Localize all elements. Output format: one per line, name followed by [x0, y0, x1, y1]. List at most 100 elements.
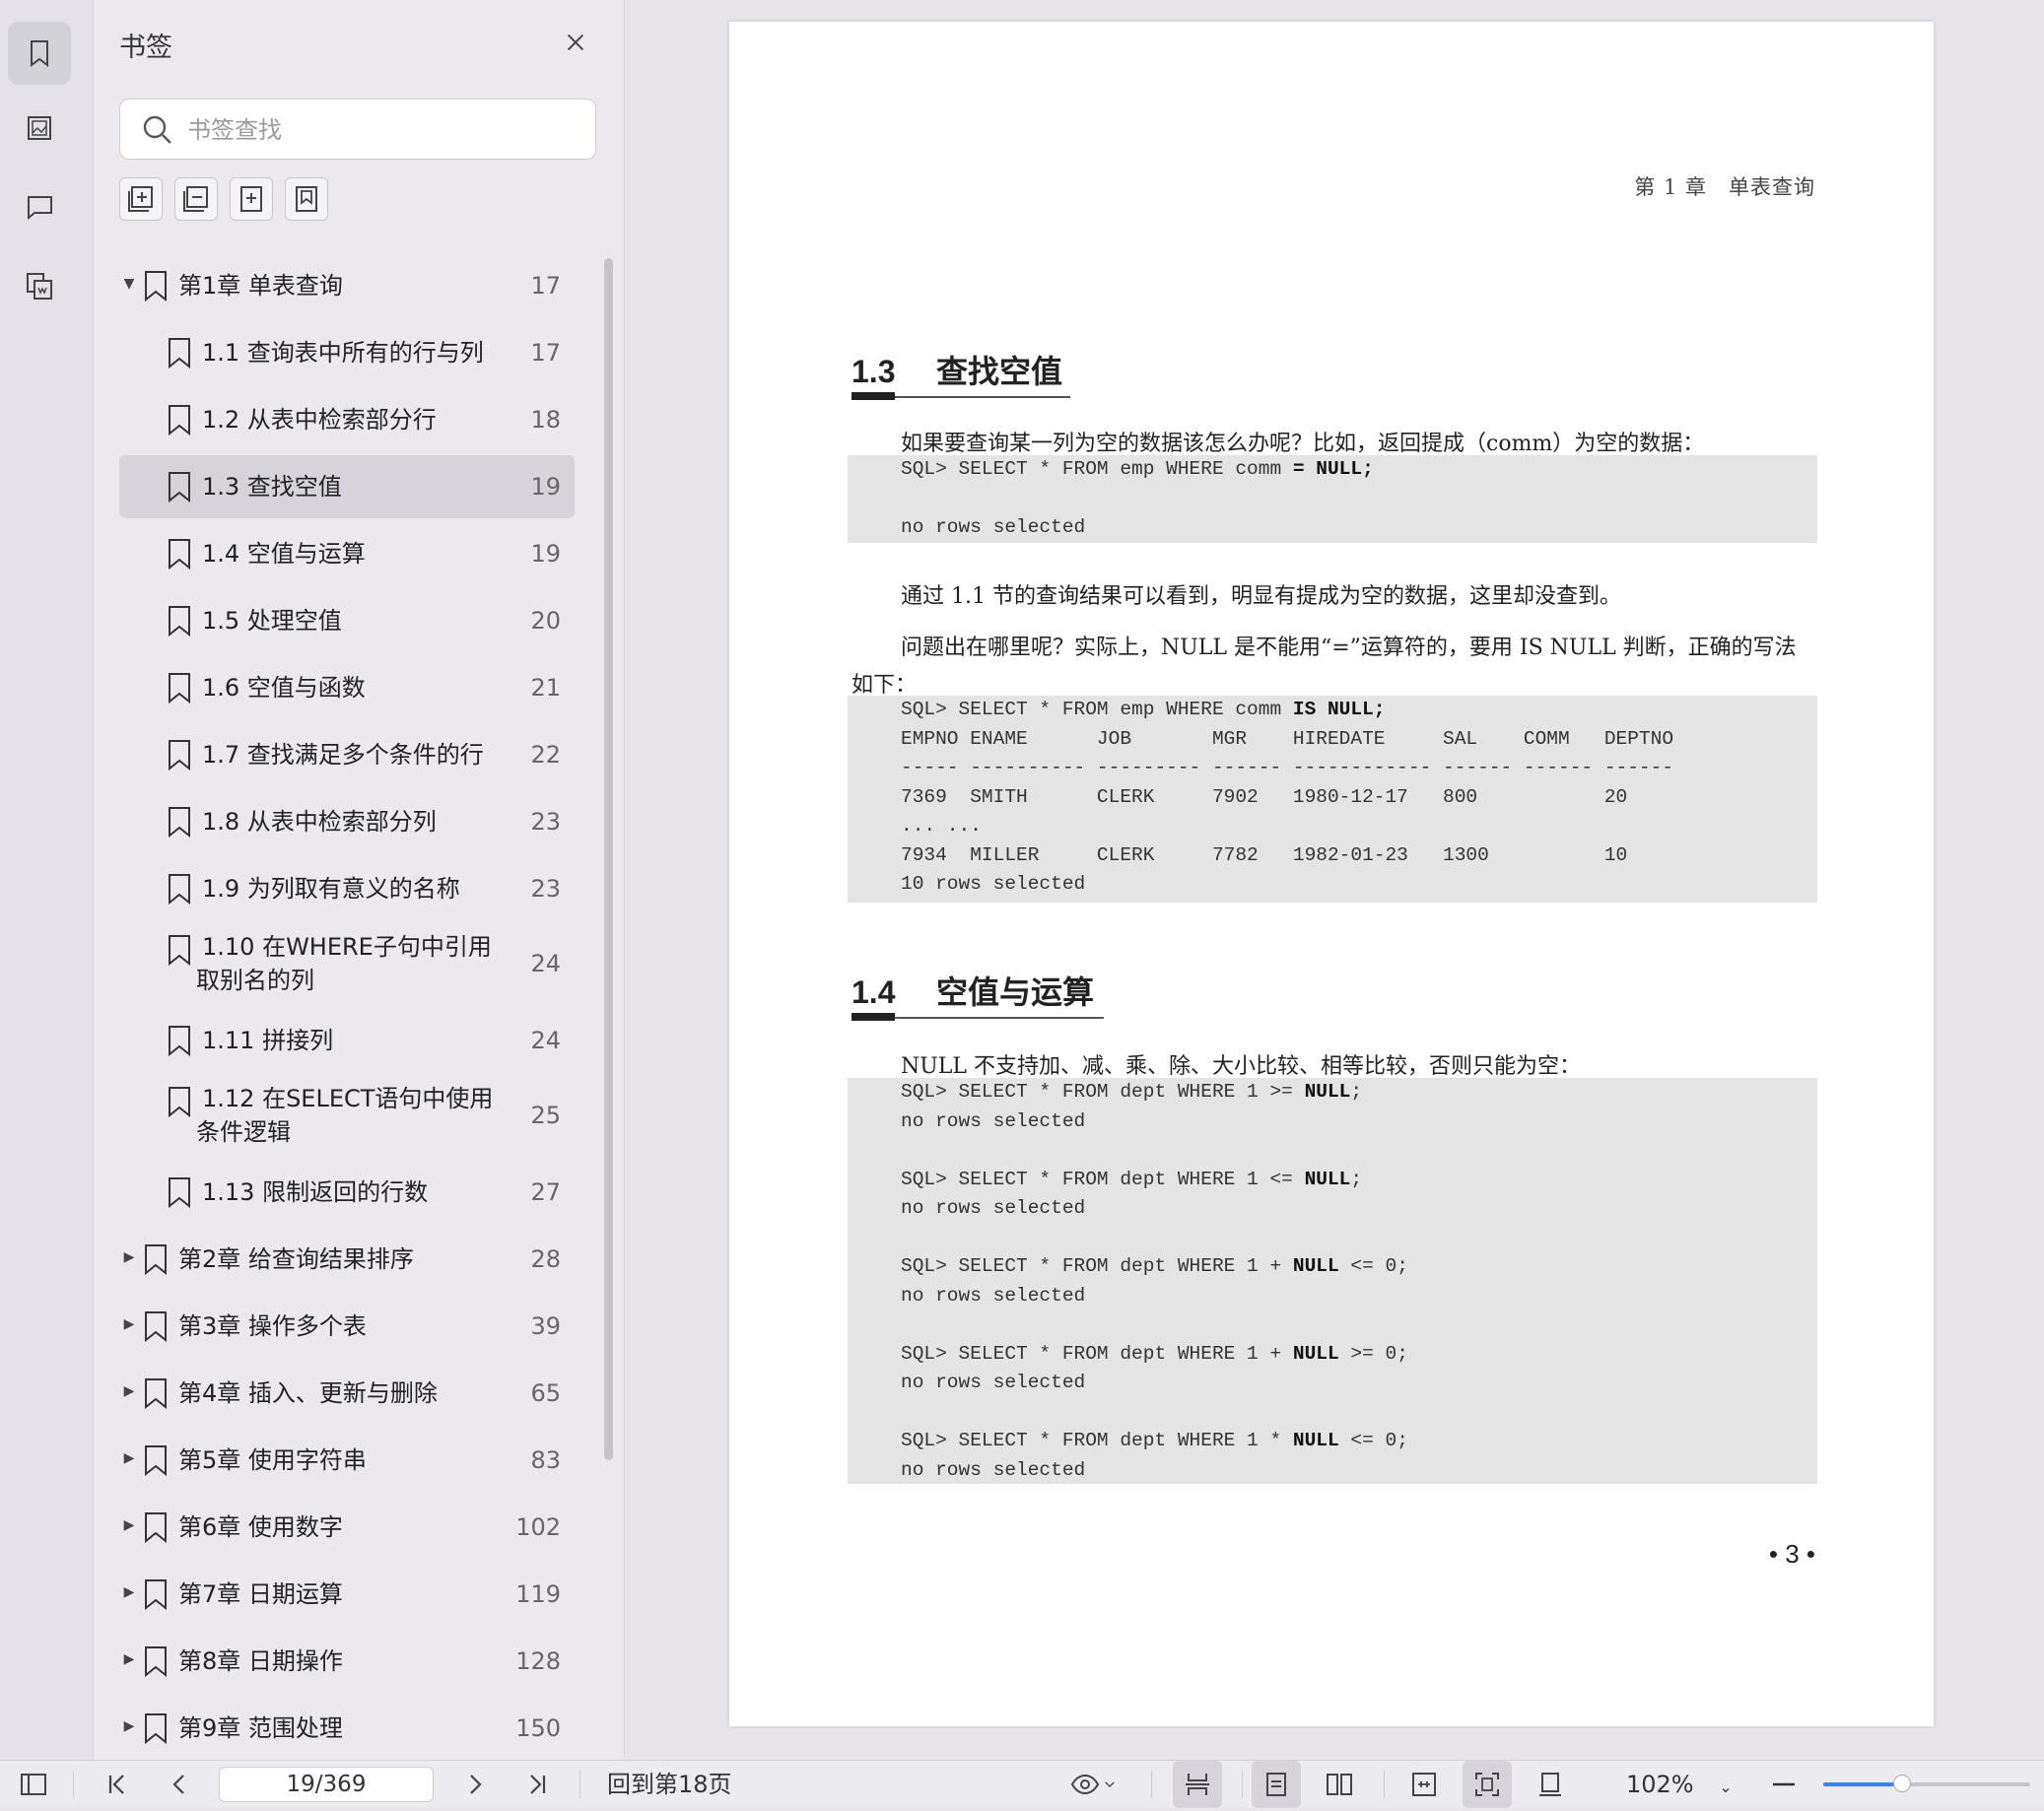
document-viewer[interactable]: 第 1 章 单表查询 1.3 查找空值 如果要查询某一列为空的数据该怎么办呢？比如… [625, 0, 2044, 1760]
last-page-button[interactable] [518, 1761, 558, 1808]
expand-caret-icon[interactable]: ▶ [119, 1316, 139, 1332]
two-page-button[interactable] [1315, 1761, 1364, 1808]
bookmark-item[interactable]: 1.2 从表中检索部分行 18 [119, 388, 575, 451]
expand-caret-icon[interactable]: ▶ [119, 1584, 139, 1600]
thumbnail-panel-button[interactable] [8, 97, 71, 160]
back-to-page-link[interactable]: 回到第18页 [607, 1761, 732, 1808]
bookmark-scrollbar[interactable] [604, 258, 613, 1460]
fit-width-button[interactable] [1399, 1761, 1449, 1808]
expand-caret-icon[interactable]: ▶ [119, 1249, 139, 1265]
bookmark-page-number: 19 [530, 473, 561, 501]
previous-page-button[interactable] [160, 1761, 199, 1808]
separator [1151, 1771, 1152, 1798]
expand-caret-icon[interactable]: ▶ [119, 1517, 139, 1533]
view-mode-dropdown[interactable] [1060, 1761, 1125, 1808]
bookmark-item[interactable]: 1.9 为列取有意义的名称 23 [119, 857, 575, 920]
bookmark-label: 1.9 为列取有意义的名称 [202, 872, 460, 906]
code-line: SQL> SELECT * FROM emp WHERE comm = NULL… [901, 455, 1817, 485]
bookmark-chapter[interactable]: ▶ 第3章 操作多个表 39 [119, 1295, 575, 1358]
bookmark-page-number: 21 [530, 674, 561, 702]
code-text: 7934 MILLER CLERK 7782 1982-01-23 1300 1… [901, 843, 1628, 866]
toggle-sidebar-button[interactable] [12, 1761, 55, 1808]
bookmark-label-line: 第5章 使用字符串 [178, 1446, 367, 1474]
single-page-button[interactable] [1252, 1761, 1301, 1808]
page-number-field[interactable]: 19/369 [219, 1767, 434, 1802]
sidebar-toggle-icon [21, 1774, 46, 1795]
bookmark-icon [143, 1377, 169, 1410]
bookmark-chapter[interactable]: ▶ 第5章 使用字符串 83 [119, 1429, 575, 1492]
bookmark-label: 第8章 日期操作 [178, 1644, 343, 1678]
bookmark-label-line: 第3章 操作多个表 [178, 1312, 367, 1340]
attachment-panel-button[interactable] [8, 254, 71, 317]
continuous-scroll-button[interactable] [1173, 1761, 1222, 1808]
bookmark-page-number: 25 [530, 1102, 561, 1129]
collapse-caret-icon[interactable]: ▼ [119, 276, 139, 292]
bookmark-item[interactable]: 1.4 空值与运算 19 [119, 522, 575, 585]
section-title: 空值与运算 [936, 973, 1095, 1011]
code-text: ----- ---------- --------- ------ ------… [901, 757, 1674, 778]
bookmark-search-input[interactable] [185, 109, 583, 151]
bookmark-button[interactable] [285, 177, 328, 221]
section-heading-1-4: 1.4 空值与运算 [852, 968, 1094, 1013]
expand-caret-icon[interactable]: ▶ [119, 1718, 139, 1734]
bookmark-icon [143, 270, 169, 302]
bookmark-chapter[interactable]: ▶ 第8章 日期操作 128 [119, 1630, 575, 1693]
expand-caret-icon[interactable]: ▶ [119, 1651, 139, 1667]
first-page-button[interactable] [97, 1761, 136, 1808]
bookmark-icon [167, 1025, 192, 1057]
bookmark-item[interactable]: 1.3 查找空值 19 [119, 455, 575, 518]
zoom-slider-fill [1823, 1782, 1902, 1786]
bookmark-label: 1.6 空值与函数 [202, 671, 366, 704]
bookmark-chapter[interactable]: ▼ 第1章 单表查询 17 [119, 254, 575, 317]
add-bookmark-button[interactable] [230, 177, 273, 221]
code-keyword: = NULL; [1292, 458, 1374, 480]
bookmark-item[interactable]: 1.12 在SELECT语句中使用 条件逻辑 25 [119, 1076, 575, 1155]
bookmark-page-number: 83 [530, 1446, 561, 1474]
bookmark-item[interactable]: 1.11 拼接列 24 [119, 1009, 575, 1072]
bookmark-chapter[interactable]: ▶ 第9章 范围处理 150 [119, 1697, 575, 1760]
bookmark-item[interactable]: 1.8 从表中检索部分列 23 [119, 790, 575, 853]
code-line: 10 rows selected [901, 870, 1817, 900]
bookmark-item[interactable]: 1.1 查询表中所有的行与列 17 [119, 321, 575, 384]
bookmark-icon [167, 806, 192, 838]
bookmark-item[interactable]: 1.10 在WHERE子句中引用 取别名的列 24 [119, 924, 575, 1003]
search-icon [143, 115, 171, 144]
bookmark-page-number: 150 [515, 1714, 561, 1742]
bookmark-label: 第3章 操作多个表 [178, 1309, 367, 1343]
bookmark-search-box[interactable] [119, 99, 596, 160]
bookmark-outline-icon [296, 186, 317, 212]
expand-caret-icon[interactable]: ▶ [119, 1450, 139, 1466]
zoom-level-dropdown[interactable]: 102% ⌄ [1626, 1761, 1733, 1811]
zoom-out-button[interactable] [1764, 1761, 1804, 1808]
expand-all-button[interactable] [119, 177, 163, 221]
bookmark-label: 1.2 从表中检索部分行 [202, 403, 437, 436]
close-panel-button[interactable] [559, 26, 592, 59]
paragraph: 问题出在哪里呢？实际上，NULL 是不能用“=”运算符的，要用 IS NULL … [852, 636, 1797, 698]
first-page-icon [108, 1775, 124, 1794]
next-page-button[interactable] [455, 1761, 495, 1808]
bookmark-chapter[interactable]: ▶ 第4章 插入、更新与删除 65 [119, 1362, 575, 1425]
bookmark-panel-button[interactable] [8, 22, 71, 85]
bookmark-item[interactable]: 1.13 限制返回的行数 27 [119, 1161, 575, 1224]
comment-panel-button[interactable] [8, 175, 71, 238]
bookmark-icon [143, 1578, 169, 1611]
code-line: ... ... [901, 812, 1817, 841]
icon-rail [0, 0, 94, 1760]
bookmark-item[interactable]: 1.5 处理空值 20 [119, 589, 575, 652]
bookmark-chapter[interactable]: ▶ 第6章 使用数字 102 [119, 1496, 575, 1559]
zoom-slider[interactable] [1823, 1775, 2030, 1792]
fit-page-button[interactable] [1463, 1761, 1512, 1808]
collapse-all-button[interactable] [174, 177, 218, 221]
code-text: SQL> SELECT * FROM emp WHERE comm [901, 458, 1293, 480]
panel-title: 书签 [119, 33, 172, 63]
bookmark-chapter[interactable]: ▶ 第2章 给查询结果排序 28 [119, 1228, 575, 1291]
bookmark-chapter[interactable]: ▶ 第7章 日期运算 119 [119, 1563, 575, 1626]
expand-caret-icon[interactable]: ▶ [119, 1383, 139, 1399]
code-line: no rows selected [901, 1369, 1817, 1398]
actual-size-button[interactable] [1526, 1761, 1575, 1808]
bookmark-item[interactable]: 1.7 查找满足多个条件的行 22 [119, 723, 575, 786]
bookmark-label-line: 第9章 范围处理 [178, 1714, 343, 1742]
zoom-slider-handle[interactable] [1892, 1775, 1911, 1792]
bookmark-item[interactable]: 1.6 空值与函数 21 [119, 656, 575, 719]
